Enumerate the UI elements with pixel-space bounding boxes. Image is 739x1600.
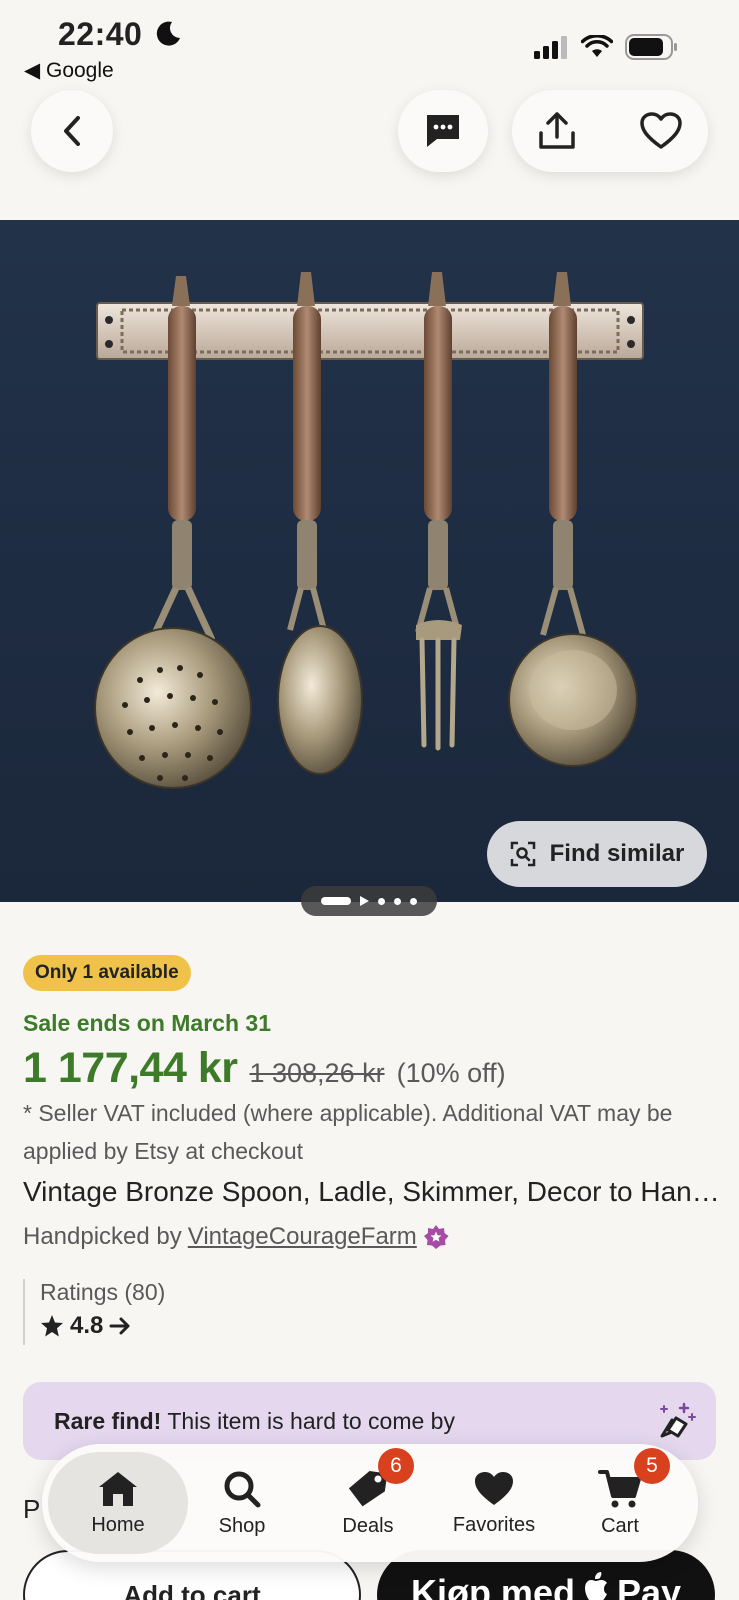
message-seller-button[interactable] <box>398 90 488 172</box>
home-icon <box>99 1471 137 1506</box>
product-image[interactable]: Find similar <box>0 220 739 902</box>
availability-badge: Only 1 available <box>23 955 191 991</box>
carousel-dot <box>394 897 401 905</box>
arrow-right-icon <box>109 1317 130 1335</box>
play-icon <box>360 896 369 906</box>
rare-find-text: This item is hard to come by <box>167 1407 455 1434</box>
signal-icon <box>534 36 567 59</box>
sale-ends-text: Sale ends on March 31 <box>23 1010 271 1036</box>
tab-shop-label: Shop <box>218 1514 266 1537</box>
tab-cart[interactable]: Cart 5 <box>550 1448 690 1554</box>
tab-cart-label: Cart <box>601 1514 639 1537</box>
carousel-dot-active <box>321 897 351 905</box>
star-icon <box>41 1315 63 1337</box>
pay-brand-label: Pay <box>616 1572 682 1600</box>
kitchen-utensils-illustration <box>94 272 644 789</box>
battery-icon <box>625 34 677 60</box>
shop-name-link[interactable]: VintageCourageFarm <box>188 1223 417 1251</box>
handpicked-by: Handpicked by VintageCourageFarm <box>23 1223 449 1251</box>
wifi-icon <box>581 35 613 57</box>
tab-favorites-label: Favorites <box>452 1513 536 1536</box>
tab-home-label: Home <box>91 1513 145 1536</box>
visual-search-icon <box>510 841 535 867</box>
tab-home[interactable]: Home <box>48 1452 188 1554</box>
rating-value: 4.8 <box>70 1312 104 1339</box>
search-icon <box>224 1471 261 1507</box>
chevron-left-icon <box>64 116 80 146</box>
cart-count-badge: 5 <box>634 1448 670 1484</box>
status-icons <box>533 34 679 60</box>
image-carousel-indicator[interactable] <box>301 886 437 916</box>
rare-find-bold: Rare find! <box>54 1407 162 1434</box>
share-icon <box>539 112 575 149</box>
handpicked-prefix: Handpicked by <box>23 1223 182 1250</box>
rating-summary: 4.8 <box>40 1312 165 1340</box>
star-seller-badge-icon <box>423 1225 449 1249</box>
pay-prefix-label: Kjøp med <box>410 1572 575 1600</box>
ratings-section[interactable]: Ratings (80) 4.8 <box>23 1279 165 1345</box>
carousel-dot <box>410 897 417 905</box>
apple-logo-icon <box>584 1572 607 1600</box>
deals-count-badge: 6 <box>378 1448 414 1484</box>
tab-favorites[interactable]: Favorites <box>424 1452 564 1554</box>
vat-note: * Seller VAT included (where applicable)… <box>23 1100 673 1164</box>
back-button[interactable] <box>31 90 113 172</box>
tab-shop[interactable]: Shop <box>172 1452 312 1554</box>
rare-diamond-icon <box>660 1402 696 1438</box>
discount-text: (10% off) <box>396 1058 506 1088</box>
find-similar-label: Find similar <box>549 840 685 867</box>
partial-section-heading: P <box>23 1494 41 1524</box>
product-title: Vintage Bronze Spoon, Ladle, Skimmer, De… <box>23 1176 723 1207</box>
favorite-button[interactable] <box>634 106 688 156</box>
heart-icon <box>640 112 682 149</box>
price-row: 1 177,44 kr 1 308,26 kr (10% off) <box>23 1044 506 1093</box>
tab-deals[interactable]: Deals 6 <box>298 1448 438 1554</box>
heart-icon <box>475 1471 513 1505</box>
message-icon <box>427 115 459 147</box>
moon-icon <box>156 21 180 46</box>
share-button[interactable] <box>532 106 582 156</box>
tab-deals-label: Deals <box>342 1514 394 1537</box>
find-similar-button[interactable]: Find similar <box>487 821 707 887</box>
status-bar: 22:40 ◀ Google <box>0 0 739 86</box>
share-favorite-group <box>512 90 708 172</box>
back-to-google-link[interactable]: ◀ Google <box>24 58 114 83</box>
add-to-cart-label: Add to cart <box>123 1580 261 1600</box>
ratings-label: Ratings (80) <box>40 1279 166 1305</box>
current-price: 1 177,44 kr <box>23 1044 238 1092</box>
status-time: 22:40 <box>58 16 143 52</box>
carousel-dot <box>378 897 385 905</box>
bottom-tab-bar: Home Shop Deals 6 Favorites Cart 5 <box>42 1444 698 1562</box>
original-price: 1 308,26 kr <box>249 1058 385 1088</box>
